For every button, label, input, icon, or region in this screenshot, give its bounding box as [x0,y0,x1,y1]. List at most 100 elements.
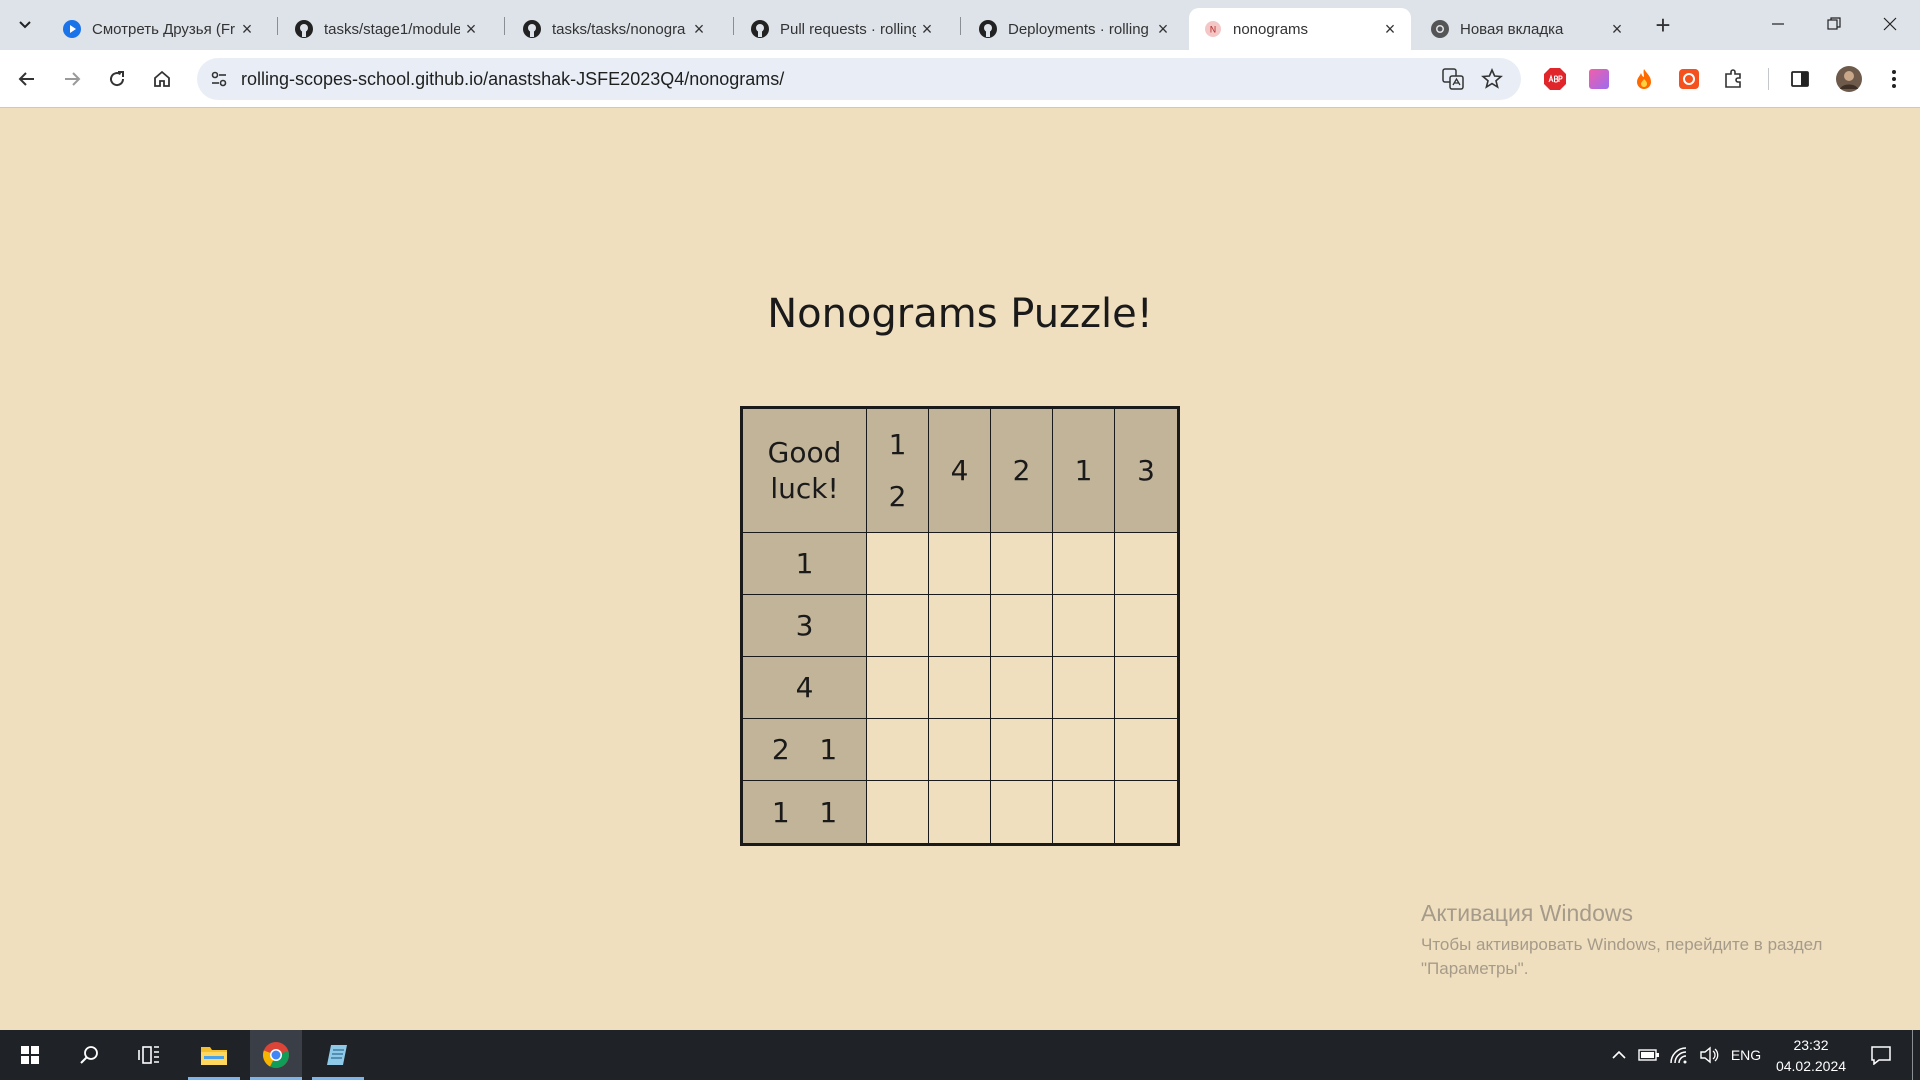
gradient-extension-icon[interactable] [1585,65,1613,93]
grid-cell[interactable] [928,656,991,719]
tab-search-button[interactable] [10,10,40,40]
grid-cell[interactable] [928,718,991,781]
file-explorer-app[interactable] [188,1030,240,1080]
close-icon[interactable]: × [1152,18,1174,40]
tab-4[interactable]: Deployments · rolling × [964,8,1184,50]
play-icon [62,19,82,39]
tab-2[interactable]: tasks/tasks/nonogra × [508,8,720,50]
show-hidden-icons-button[interactable] [1604,1030,1634,1080]
search-button[interactable] [64,1030,116,1080]
chrome-app[interactable] [250,1030,302,1080]
tab-separator [504,17,505,35]
corner-text-line2: luck! [770,471,839,505]
close-icon[interactable]: × [916,18,938,40]
site-settings-icon[interactable] [207,67,231,91]
tab-1[interactable]: tasks/stage1/module × [280,8,492,50]
bookmark-star-icon[interactable] [1480,67,1504,91]
grid-cell[interactable] [1114,532,1178,595]
language-indicator[interactable]: ENG [1726,1030,1766,1080]
taskbar-clock[interactable]: 23:32 04.02.2024 [1766,1035,1856,1077]
restore-button[interactable] [1806,0,1862,48]
notifications-button[interactable] [1864,1030,1898,1080]
grid-cell[interactable] [928,780,991,844]
grid-cell[interactable] [990,532,1053,595]
url-text[interactable]: rolling-scopes-school.github.io/anastsha… [241,69,784,90]
start-button[interactable] [4,1030,56,1080]
side-panel-icon[interactable] [1786,65,1814,93]
close-icon[interactable]: × [1606,18,1628,40]
close-icon[interactable]: × [236,18,258,40]
home-button[interactable] [144,61,180,97]
clue-number: 2 [888,479,907,513]
tab-5-active[interactable]: N nonograms × [1189,8,1411,50]
grid-cell[interactable] [1114,780,1178,844]
grid-cell[interactable] [1052,532,1115,595]
show-desktop-divider[interactable] [1912,1030,1913,1080]
page-title: Nonograms Puzzle! [767,291,1153,337]
grid-cell[interactable] [866,532,929,595]
reload-icon [110,71,125,87]
back-button[interactable] [9,61,45,97]
tab-title: Pull requests · rolling [780,20,916,38]
column-clue-3: 2 [990,408,1053,533]
clue-number: 2 [771,733,790,766]
grid-cell[interactable] [866,656,929,719]
toolbar-separator [1768,68,1769,90]
github-icon [522,19,542,39]
tab-title: Смотреть Друзья (Fr [92,20,236,38]
grid-cell[interactable] [866,780,929,844]
close-window-button[interactable] [1862,0,1918,48]
close-icon[interactable]: × [688,18,710,40]
grid-cell[interactable] [990,656,1053,719]
grid-cell[interactable] [1114,718,1178,781]
address-bar[interactable]: rolling-scopes-school.github.io/anastsha… [197,58,1521,100]
row-clue-5: 1 1 [742,780,867,844]
record-extension-icon[interactable] [1675,65,1703,93]
clue-number: 1 [1074,453,1093,487]
grid-cell[interactable] [866,594,929,657]
grid-cell[interactable] [866,718,929,781]
grid-cell[interactable] [1114,656,1178,719]
windows-logo-icon [21,1046,39,1064]
translate-icon[interactable] [1441,67,1465,91]
browser-menu-button[interactable] [1880,65,1908,93]
grid-cell[interactable] [990,718,1053,781]
close-icon[interactable]: × [460,18,482,40]
tab-0[interactable]: Смотреть Друзья (Fr × [48,8,268,50]
extensions-puzzle-icon[interactable] [1720,65,1748,93]
volume-icon[interactable] [1694,1030,1724,1080]
reload-button[interactable] [99,61,135,97]
wifi-icon[interactable] [1664,1030,1694,1080]
close-icon [1883,17,1897,31]
grid-cell[interactable] [1052,780,1115,844]
grid-cell[interactable] [990,594,1053,657]
profile-avatar[interactable] [1834,64,1864,94]
clue-number: 4 [795,671,814,704]
fire-extension-icon[interactable] [1630,65,1658,93]
grid-cell[interactable] [1052,594,1115,657]
home-icon [154,70,170,87]
grid-cell[interactable] [928,532,991,595]
tab-separator [277,17,278,35]
adblock-extension-icon[interactable] [1541,65,1569,93]
notes-app[interactable] [312,1030,364,1080]
search-icon [80,1046,98,1064]
activation-text: Чтобы активировать Windows, перейдите в … [1421,935,1823,978]
tab-6[interactable]: Новая вкладка × [1416,8,1638,50]
windows-activation-watermark: Активация Windows Чтобы активировать Win… [1421,900,1891,981]
grid-cell[interactable] [928,594,991,657]
close-icon[interactable]: × [1379,18,1401,40]
tab-title: Новая вкладка [1460,20,1564,38]
forward-button[interactable] [54,61,90,97]
tab-3[interactable]: Pull requests · rolling × [736,8,948,50]
grid-cell[interactable] [1114,594,1178,657]
grid-cell[interactable] [1052,718,1115,781]
battery-icon[interactable] [1634,1030,1664,1080]
tab-title: tasks/tasks/nonogra [552,20,686,38]
clue-number: 2 [1012,453,1031,487]
task-view-button[interactable] [124,1030,176,1080]
new-tab-button[interactable]: + [1648,10,1678,40]
grid-cell[interactable] [1052,656,1115,719]
grid-cell[interactable] [990,780,1053,844]
minimize-button[interactable] [1750,0,1806,48]
